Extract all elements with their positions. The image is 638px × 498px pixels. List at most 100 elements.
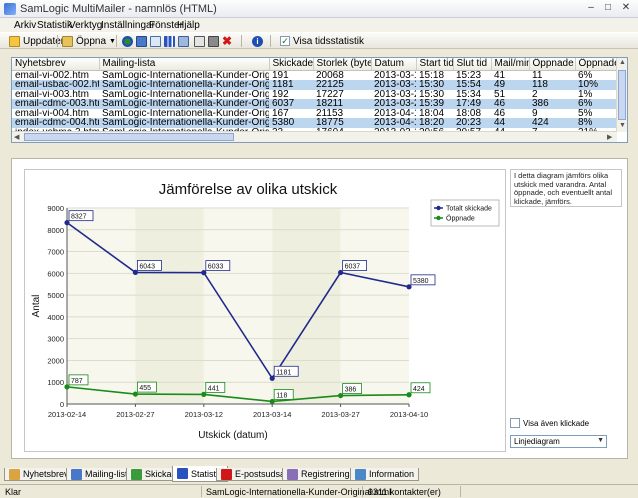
table-cell: 15:30 xyxy=(419,89,445,99)
scroll-thumb[interactable] xyxy=(618,70,626,120)
data-label: 455 xyxy=(139,385,151,392)
x-tick-label: 2013-03-27 xyxy=(321,410,359,419)
table-cell: 2013-03-14 xyxy=(374,70,416,80)
bar-chart-button[interactable] xyxy=(164,34,175,48)
table-row[interactable]: email-vi-002.htm SamLogic-Internationella… xyxy=(12,70,617,80)
scroll-left-icon[interactable]: ◀ xyxy=(14,133,19,141)
menu-statistik[interactable]: Statistik xyxy=(37,20,72,31)
data-label: 6033 xyxy=(208,264,224,271)
refresh-icon xyxy=(9,35,20,47)
table-cell: 18211 xyxy=(313,99,371,109)
title-bar: SamLogic MultiMailer - namnlös (HTML) – … xyxy=(0,0,638,18)
info-button[interactable]: i xyxy=(252,34,263,48)
export-icon xyxy=(194,35,205,47)
filter-button[interactable] xyxy=(178,34,189,48)
toolbar-divider xyxy=(57,35,58,47)
pie-chart-button[interactable] xyxy=(122,34,133,48)
scroll-down-icon[interactable]: ▼ xyxy=(619,122,626,129)
column-header[interactable]: Mail/min xyxy=(491,58,530,71)
table-cell: 17227 xyxy=(316,89,344,99)
show-time-stats-toggle[interactable]: ✓ Visa tidsstatistik xyxy=(280,34,364,48)
y-tick-label: 7000 xyxy=(47,248,64,257)
print-button[interactable] xyxy=(208,34,219,48)
table-row[interactable]: email-vi-003.htm SamLogic-Internationella… xyxy=(12,90,617,100)
column-header[interactable]: Start tid xyxy=(416,58,454,71)
report-button[interactable] xyxy=(136,34,147,48)
show-clicked-checkbox[interactable] xyxy=(510,418,520,428)
tab-bar: Nyhetsbrev Mailing-lista Skickade Statis… xyxy=(0,466,638,482)
data-label: 1181 xyxy=(276,369,291,376)
table-row[interactable]: email-usbac-002.htmSamLogic-Internatione… xyxy=(12,80,617,90)
scroll-thumb[interactable] xyxy=(24,133,234,141)
y-tick-label: 1000 xyxy=(47,378,64,387)
chart-title: Jämförelse av olika utskick xyxy=(159,181,338,198)
menu-arkiv[interactable]: Arkiv xyxy=(14,20,36,31)
data-label: 424 xyxy=(413,386,425,393)
column-header[interactable]: Nyhetsbrev xyxy=(12,58,100,71)
show-clicked-label: Visa även klickade xyxy=(523,418,590,428)
table-header: Nyhetsbrev Mailing-lista Skickade Storlek (… xyxy=(12,58,618,71)
table-cell: 18775 xyxy=(313,118,371,128)
table-cell: SamLogic-Internationella-Kunder-Original… xyxy=(102,108,269,118)
table-cell: 6% xyxy=(578,70,593,80)
legend-marker xyxy=(436,215,441,221)
column-header[interactable]: Storlek (bytes) xyxy=(313,58,372,71)
table-cell: 2013-03-27 xyxy=(371,99,416,109)
scroll-right-icon[interactable]: ▶ xyxy=(607,133,612,141)
table-cell: 1181 xyxy=(269,80,313,90)
update-button[interactable]: Uppdatera xyxy=(9,34,70,48)
tab-information[interactable]: Information xyxy=(350,468,420,481)
close-button[interactable]: ✕ xyxy=(619,2,633,15)
table-row[interactable]: email-vi-004.htm SamLogic-Internationella… xyxy=(12,109,617,119)
toolbar: Uppdatera Öppna ▼ ✖ i ✓ Visa tidsstatist… xyxy=(0,32,638,49)
table-icon xyxy=(150,35,161,47)
column-header[interactable]: Datum xyxy=(371,58,417,71)
table-button[interactable] xyxy=(150,34,161,48)
column-header[interactable]: Skickade xyxy=(269,58,314,71)
app-icon xyxy=(4,3,16,15)
scroll-up-icon[interactable]: ▲ xyxy=(619,59,626,66)
data-label: 787 xyxy=(71,378,83,385)
status-text: Klar xyxy=(5,487,22,497)
legend-label: Totalt skickade xyxy=(446,206,492,213)
open-button[interactable]: Öppna ▼ xyxy=(62,34,116,48)
minimize-button[interactable]: – xyxy=(584,2,598,15)
tab-nyhetsbrev[interactable]: Nyhetsbrev xyxy=(4,468,74,481)
table-vertical-scrollbar[interactable]: ▲ ▼ xyxy=(616,58,627,132)
table-horizontal-scrollbar[interactable]: ◀ ▶ xyxy=(12,131,617,142)
show-time-stats-label: Visa tidsstatistik xyxy=(293,35,364,47)
y-tick-label: 3000 xyxy=(47,335,64,344)
column-header[interactable]: Mailing-lista xyxy=(99,58,270,71)
maximize-button[interactable]: □ xyxy=(601,2,615,15)
column-header[interactable]: Öppnade xyxy=(529,58,576,71)
menu-bar: Arkiv Statistik Verktyg Inställningar Fö… xyxy=(0,18,638,32)
table-row[interactable]: email-cdmc-003.htm SamLogic-Internationel… xyxy=(12,99,617,109)
table-cell: SamLogic-Internationella-Kunder-Original… xyxy=(102,70,269,80)
table-cell: 10% xyxy=(575,80,617,90)
blocked-email-icon xyxy=(221,468,232,480)
show-clicked-toggle[interactable]: Visa även klickade xyxy=(510,418,589,428)
column-header[interactable]: Öppnade xyxy=(575,58,618,71)
menu-verktyg[interactable]: Verktyg xyxy=(69,20,102,31)
tab-label: Information xyxy=(369,469,415,479)
table-cell: 15:39 xyxy=(416,99,453,109)
table-cell: 2013-03-14 xyxy=(371,80,416,90)
y-tick-label: 9000 xyxy=(47,204,64,213)
data-label: 118 xyxy=(276,392,287,399)
table-cell: 11 xyxy=(532,70,543,80)
menu-hjalp[interactable]: Hjälp xyxy=(177,20,200,31)
menu-installningar[interactable]: Inställningar xyxy=(101,20,155,31)
delete-button[interactable]: ✖ xyxy=(222,34,232,48)
plot-band xyxy=(203,208,273,404)
table-cell: 6037 xyxy=(269,99,313,109)
table-cell: 15:54 xyxy=(453,80,491,90)
column-header[interactable]: Slut tid xyxy=(453,58,492,71)
table-cell: email-cdmc-003.htm xyxy=(12,99,99,109)
table-cell: 2013-04-10 xyxy=(374,108,416,118)
y-tick-label: 5000 xyxy=(47,291,64,300)
show-time-stats-checkbox[interactable]: ✓ xyxy=(280,36,290,46)
table-row[interactable]: email-cdmc-004.htm SamLogic-Internationel… xyxy=(12,118,617,128)
mailing-list-icon xyxy=(71,468,82,480)
export-button[interactable] xyxy=(194,34,205,48)
chart-type-select[interactable]: Linjediagram ▼ xyxy=(510,435,607,448)
